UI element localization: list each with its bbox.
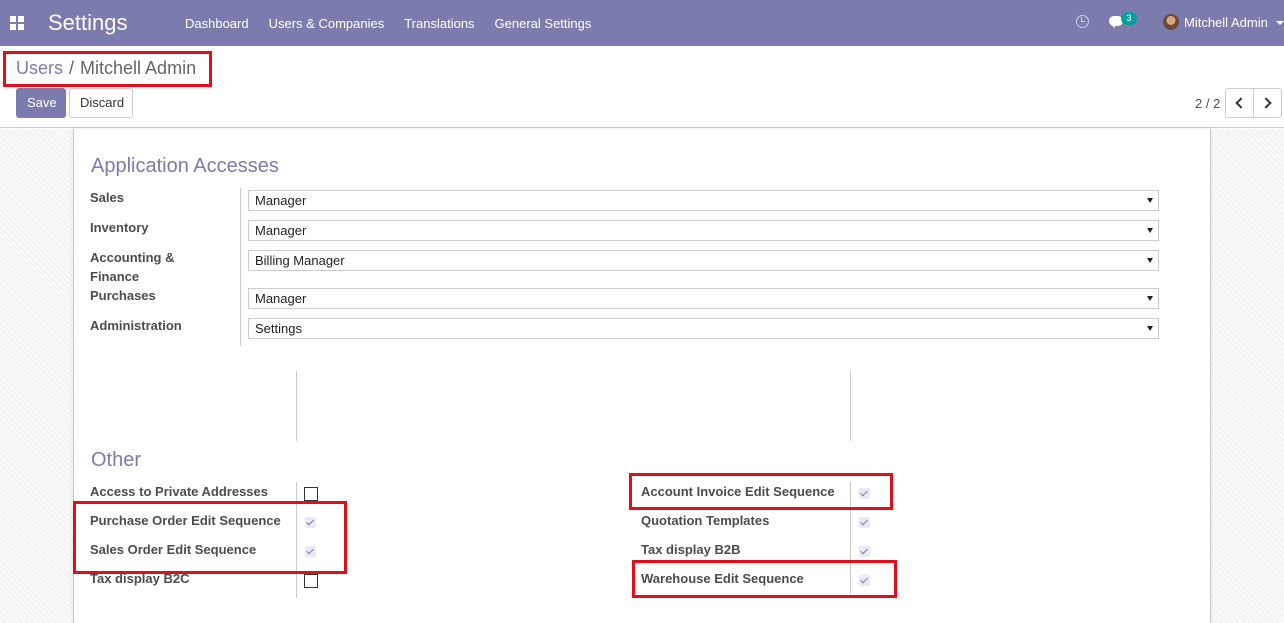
- accounting-select-value: Billing Manager: [255, 253, 345, 268]
- inventory-select[interactable]: Manager: [248, 220, 1159, 241]
- accounting-finance-label: Accounting & Finance: [90, 250, 175, 284]
- application-accesses-title: Application Accesses: [91, 155, 279, 177]
- purchases-select[interactable]: Manager: [248, 288, 1159, 309]
- quotation-templates-label: Quotation Templates: [641, 513, 770, 528]
- sales-label: Sales: [90, 190, 124, 205]
- group-separator: [850, 371, 851, 441]
- tax-display-b2b-checkbox[interactable]: [859, 546, 870, 557]
- menu-item-translations[interactable]: Translations: [394, 16, 484, 31]
- access-private-addresses-checkbox[interactable]: [304, 487, 318, 501]
- chevron-right-icon: [1260, 97, 1272, 109]
- warehouse-edit-sequence-checkbox[interactable]: [859, 575, 870, 586]
- tax-display-b2b-label: Tax display B2B: [641, 542, 741, 557]
- field-separator: [850, 482, 851, 598]
- administration-select-value: Settings: [255, 321, 302, 336]
- dropdown-arrow-icon: [1147, 258, 1153, 263]
- dropdown-arrow-icon: [1147, 228, 1153, 233]
- form-sheet: Application Accesses Sales Manager Inven…: [73, 129, 1211, 623]
- sales-select-value: Manager: [255, 193, 307, 208]
- purchase-order-edit-sequence-checkbox[interactable]: [305, 517, 316, 528]
- chevron-left-icon: [1235, 97, 1247, 109]
- accounting-select[interactable]: Billing Manager: [248, 250, 1159, 271]
- activity-clock-icon[interactable]: [1076, 15, 1089, 28]
- purchases-select-value: Manager: [255, 291, 307, 306]
- pager-value: 2 / 2: [1195, 96, 1221, 111]
- account-invoice-edit-sequence-checkbox[interactable]: [859, 488, 870, 499]
- inventory-label: Inventory: [90, 220, 149, 235]
- field-separator: [240, 188, 241, 346]
- account-invoice-edit-sequence-label: Account Invoice Edit Sequence: [641, 484, 835, 499]
- menu-item-general-settings[interactable]: General Settings: [485, 16, 602, 31]
- user-avatar[interactable]: [1163, 14, 1179, 30]
- menu-item-users-companies[interactable]: Users & Companies: [259, 16, 395, 31]
- pager-next-button[interactable]: [1253, 88, 1282, 118]
- warehouse-edit-sequence-label: Warehouse Edit Sequence: [641, 571, 804, 586]
- purchase-order-edit-sequence-label: Purchase Order Edit Sequence: [90, 513, 281, 528]
- administration-label: Administration: [90, 318, 182, 333]
- app-title: Settings: [48, 10, 128, 35]
- top-navbar: Settings Dashboard Users & Companies Tra…: [0, 0, 1284, 46]
- sales-order-edit-sequence-label: Sales Order Edit Sequence: [90, 542, 257, 557]
- breadcrumb-current: Mitchell Admin: [80, 58, 197, 78]
- other-section-title: Other: [91, 449, 142, 471]
- pager-previous-button[interactable]: [1225, 88, 1254, 118]
- field-separator: [296, 482, 297, 598]
- dropdown-arrow-icon: [1147, 296, 1153, 301]
- sales-order-edit-sequence-checkbox[interactable]: [305, 546, 316, 557]
- user-menu-caret-icon[interactable]: [1276, 21, 1284, 25]
- menu-item-dashboard[interactable]: Dashboard: [175, 16, 259, 31]
- main-menu: Dashboard Users & Companies Translations…: [175, 0, 601, 46]
- user-menu-name[interactable]: Mitchell Admin: [1184, 15, 1268, 30]
- breadcrumb-separator: /: [69, 58, 75, 78]
- control-panel: Users / Mitchell Admin Save Discard 2 / 2: [0, 46, 1284, 128]
- form-view-background: Application Accesses Sales Manager Inven…: [0, 129, 1284, 623]
- administration-select[interactable]: Settings: [248, 318, 1159, 339]
- access-private-addresses-label: Access to Private Addresses: [90, 484, 269, 499]
- sales-select[interactable]: Manager: [248, 190, 1159, 211]
- dropdown-arrow-icon: [1147, 326, 1153, 331]
- quotation-templates-checkbox[interactable]: [859, 517, 870, 528]
- tax-display-b2c-label: Tax display B2C: [90, 571, 190, 586]
- messages-count-badge: 3: [1121, 12, 1137, 25]
- inventory-select-value: Manager: [255, 223, 307, 238]
- apps-menu-icon[interactable]: [10, 16, 24, 30]
- group-separator: [296, 371, 297, 441]
- purchases-label: Purchases: [90, 288, 156, 303]
- tax-display-b2c-checkbox[interactable]: [304, 574, 318, 588]
- save-button[interactable]: Save: [16, 88, 66, 118]
- breadcrumb: Users / Mitchell Admin: [16, 58, 196, 79]
- breadcrumb-users-link[interactable]: Users: [16, 58, 63, 78]
- discard-button[interactable]: Discard: [69, 88, 133, 118]
- dropdown-arrow-icon: [1147, 198, 1153, 203]
